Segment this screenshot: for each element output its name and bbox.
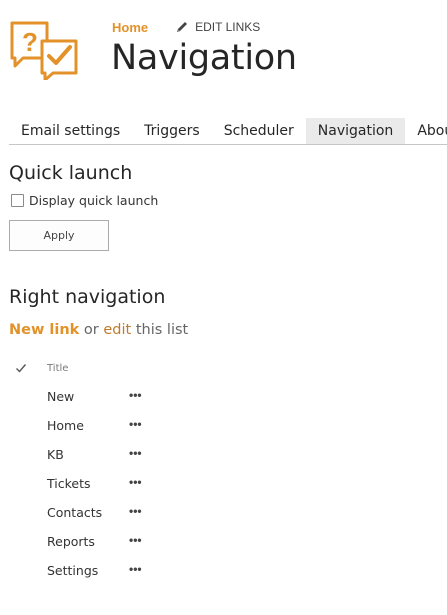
list-item-title[interactable]: Reports <box>47 534 129 549</box>
ellipsis-menu-icon[interactable]: ••• <box>129 534 142 546</box>
tab-scheduler[interactable]: Scheduler <box>212 118 306 144</box>
site-logo[interactable]: ? <box>9 20 79 82</box>
question-check-speech-bubbles-icon: ? <box>10 21 78 82</box>
tab-about[interactable]: About <box>405 118 447 144</box>
tab-triggers[interactable]: Triggers <box>132 118 212 144</box>
top-links: Home EDIT LINKS <box>112 19 260 35</box>
list-actions: New link or edit this list <box>9 322 188 338</box>
list-item-title[interactable]: Contacts <box>47 505 129 520</box>
display-quick-launch-row: Display quick launch <box>11 193 158 208</box>
apply-button[interactable]: Apply <box>9 220 109 251</box>
or-text: or <box>79 322 104 338</box>
ellipsis-menu-icon[interactable]: ••• <box>129 563 142 575</box>
list-item-title[interactable]: New <box>47 389 129 404</box>
list-item: Settings ••• <box>9 556 209 585</box>
right-navigation-list: Title New ••• Home ••• KB ••• Tickets ••… <box>9 354 209 585</box>
ellipsis-menu-icon[interactable]: ••• <box>129 418 142 430</box>
select-all-toggle[interactable] <box>9 362 47 374</box>
display-quick-launch-checkbox[interactable] <box>11 194 24 207</box>
list-item: Contacts ••• <box>9 498 209 527</box>
svg-text:?: ? <box>22 27 38 57</box>
display-quick-launch-label[interactable]: Display quick launch <box>29 193 158 208</box>
this-list-text: this list <box>131 322 189 338</box>
list-item: New ••• <box>9 382 209 411</box>
list-item-title[interactable]: Settings <box>47 563 129 578</box>
tab-email-settings[interactable]: Email settings <box>9 118 132 144</box>
ellipsis-menu-icon[interactable]: ••• <box>129 389 142 401</box>
settings-tabs: Email settings Triggers Scheduler Naviga… <box>9 118 447 145</box>
list-item: Tickets ••• <box>9 469 209 498</box>
ellipsis-menu-icon[interactable]: ••• <box>129 447 142 459</box>
tab-navigation[interactable]: Navigation <box>305 118 406 144</box>
title-column-header[interactable]: Title <box>47 363 68 374</box>
quick-launch-heading: Quick launch <box>9 162 133 184</box>
edit-list-link[interactable]: edit <box>103 322 131 338</box>
ellipsis-menu-icon[interactable]: ••• <box>129 476 142 488</box>
new-link-button[interactable]: New link <box>9 322 79 338</box>
edit-links-button[interactable]: EDIT LINKS <box>175 20 260 34</box>
list-item: Reports ••• <box>9 527 209 556</box>
list-item-title[interactable]: Tickets <box>47 476 129 491</box>
list-item-title[interactable]: Home <box>47 418 129 433</box>
pencil-icon <box>177 22 188 32</box>
home-link[interactable]: Home <box>112 20 148 35</box>
list-item: KB ••• <box>9 440 209 469</box>
checkmark-icon <box>16 364 27 373</box>
ellipsis-menu-icon[interactable]: ••• <box>129 505 142 517</box>
list-header: Title <box>9 354 209 382</box>
edit-links-label: EDIT LINKS <box>195 20 261 34</box>
list-item: Home ••• <box>9 411 209 440</box>
page-title: Navigation <box>111 38 297 78</box>
right-navigation-heading: Right navigation <box>9 286 166 308</box>
list-item-title[interactable]: KB <box>47 447 129 462</box>
